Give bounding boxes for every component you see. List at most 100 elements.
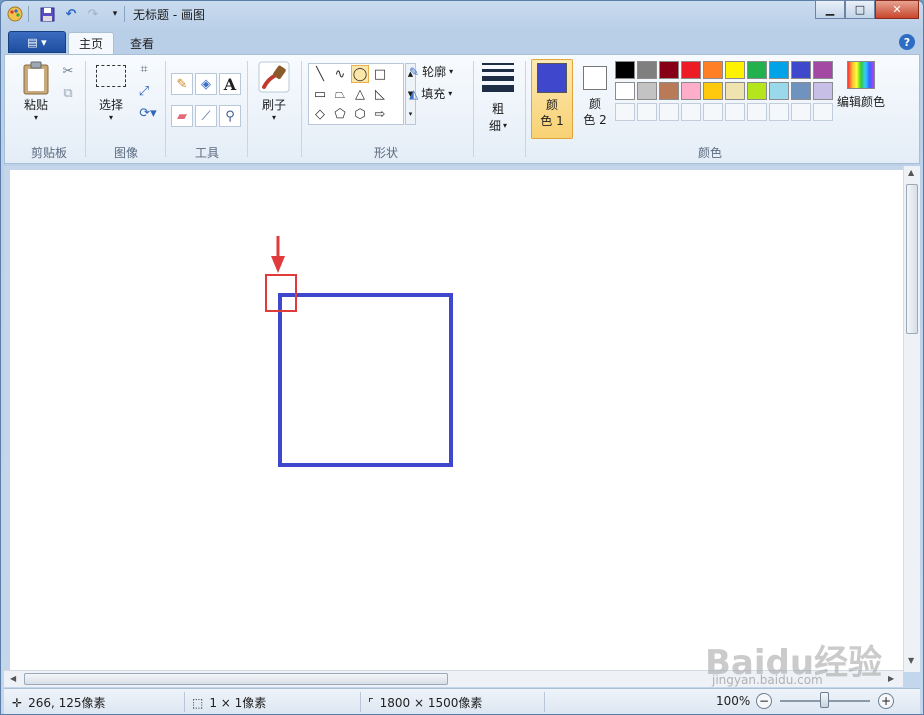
palette-swatch[interactable] xyxy=(637,61,657,79)
drawing-canvas[interactable] xyxy=(10,170,903,670)
palette-swatch[interactable] xyxy=(725,82,745,100)
palette-swatch[interactable] xyxy=(725,61,745,79)
tab-view[interactable]: 查看 xyxy=(120,32,164,54)
close-button[interactable]: ✕ xyxy=(875,0,919,19)
palette-swatch[interactable] xyxy=(615,82,635,100)
zoom-slider-thumb[interactable] xyxy=(820,692,829,708)
palette-swatch[interactable] xyxy=(659,61,679,79)
cut-icon[interactable]: ✂ xyxy=(57,61,79,81)
undo-icon[interactable]: ↶ xyxy=(62,5,80,23)
help-icon[interactable]: ? xyxy=(899,34,915,50)
crop-icon[interactable]: ⌗ xyxy=(133,59,155,79)
shapes-expand-icon[interactable]: ▾ xyxy=(409,110,413,118)
resize-icon[interactable]: ⤢ xyxy=(133,81,155,101)
clipboard-group-label: 剪贴板 xyxy=(30,146,67,160)
minimize-button[interactable]: ▁ xyxy=(815,0,845,19)
brush-icon xyxy=(258,61,290,93)
palette-swatch[interactable] xyxy=(681,82,701,100)
color2-button[interactable]: 颜 色 2 xyxy=(577,59,613,139)
save-icon[interactable] xyxy=(38,5,56,23)
palette-swatch[interactable] xyxy=(747,61,767,79)
tab-home[interactable]: 主页 xyxy=(68,32,115,54)
palette-swatch[interactable] xyxy=(769,61,789,79)
palette-swatch[interactable] xyxy=(791,61,811,79)
vertical-scroll-thumb[interactable] xyxy=(906,184,918,334)
vertical-scrollbar[interactable]: ▲ ▼ xyxy=(903,166,920,672)
palette-swatch[interactable] xyxy=(681,61,701,79)
selection-size: ⬚ 1 × 1像素 xyxy=(192,694,266,711)
scroll-left-icon[interactable]: ◀ xyxy=(10,674,16,683)
selection-size-icon: ⬚ xyxy=(192,695,204,710)
magnifier-icon[interactable]: ⚲ xyxy=(219,105,241,127)
zoom-in-button[interactable]: + xyxy=(878,693,894,709)
custom-color-slot[interactable] xyxy=(791,103,811,121)
palette-swatch[interactable] xyxy=(791,82,811,100)
drawn-rectangle xyxy=(278,293,453,467)
redo-icon[interactable]: ↷ xyxy=(84,5,102,23)
scroll-down-icon[interactable]: ▼ xyxy=(908,656,914,665)
palette-swatch[interactable] xyxy=(813,61,833,79)
rotate-icon[interactable]: ⟳▾ xyxy=(133,103,163,123)
palette-swatch[interactable] xyxy=(703,82,723,100)
copy-icon[interactable]: ⧉ xyxy=(57,83,79,103)
paste-button[interactable]: 粘贴 ▾ xyxy=(15,61,57,122)
diamond-shape-icon[interactable]: ◇ xyxy=(311,105,329,123)
image-size: ⌜ 1800 × 1500像素 xyxy=(368,694,482,711)
palette-swatch[interactable] xyxy=(615,61,635,79)
custom-color-slot[interactable] xyxy=(725,103,745,121)
zoom-out-button[interactable]: − xyxy=(756,693,772,709)
size-button[interactable]: 粗 细 ▾ xyxy=(479,63,517,134)
outline-button[interactable]: ✎ 轮廓 ▾ xyxy=(409,63,453,80)
line-shape-icon[interactable]: ╲ xyxy=(311,65,329,83)
brushes-button[interactable]: 刷子 ▾ xyxy=(255,61,293,122)
fill-bucket-icon[interactable]: ◈ xyxy=(195,73,217,95)
hexagon-shape-icon[interactable]: ⬡ xyxy=(351,105,369,123)
customize-dropdown-icon[interactable]: ▾ xyxy=(106,5,124,23)
palette-swatch[interactable] xyxy=(659,82,679,100)
scroll-right-icon[interactable]: ▶ xyxy=(888,674,894,683)
custom-color-slot[interactable] xyxy=(637,103,657,121)
right-triangle-shape-icon[interactable]: ◺ xyxy=(371,85,389,103)
pentagon-shape-icon[interactable]: ⬠ xyxy=(331,105,349,123)
title-bar: ↶ ↷ ▾ 无标题 - 画图 ▁ □ ✕ xyxy=(0,0,924,28)
rounded-rectangle-shape-icon[interactable]: ▭ xyxy=(311,85,329,103)
custom-color-slot[interactable] xyxy=(659,103,679,121)
size-label-bottom-row: 细 ▾ xyxy=(489,117,507,134)
custom-color-slot[interactable] xyxy=(703,103,723,121)
custom-color-slot[interactable] xyxy=(615,103,635,121)
horizontal-scroll-thumb[interactable] xyxy=(24,673,448,685)
polygon-shape-icon[interactable]: ⏢ xyxy=(331,85,349,103)
paint-menu-button[interactable]: ▤ ▾ xyxy=(8,31,66,53)
oval-shape-icon[interactable]: ◯ xyxy=(351,65,369,83)
eraser-icon[interactable]: ▰ xyxy=(171,105,193,127)
cursor-position-text: 266, 125像素 xyxy=(28,696,106,710)
palette-swatch[interactable] xyxy=(769,82,789,100)
scroll-up-icon[interactable]: ▲ xyxy=(908,168,914,177)
palette-swatch[interactable] xyxy=(813,82,833,100)
custom-color-slot[interactable] xyxy=(769,103,789,121)
palette-swatch[interactable] xyxy=(747,82,767,100)
custom-color-slot[interactable] xyxy=(747,103,767,121)
color-picker-icon[interactable]: ⟋ xyxy=(195,105,217,127)
group-separator xyxy=(165,61,166,157)
color1-button[interactable]: 颜 色 1 xyxy=(531,59,573,139)
maximize-button[interactable]: □ xyxy=(845,0,875,19)
rainbow-icon xyxy=(847,61,875,89)
color2-swatch xyxy=(583,66,607,90)
curve-shape-icon[interactable]: ∿ xyxy=(331,65,349,83)
palette-swatch[interactable] xyxy=(637,82,657,100)
edit-colors-button[interactable]: 编辑颜色 xyxy=(835,61,887,110)
triangle-shape-icon[interactable]: △ xyxy=(351,85,369,103)
paint-app-icon[interactable] xyxy=(6,5,24,23)
size-label-bottom: 细 xyxy=(488,119,501,133)
custom-color-slot[interactable] xyxy=(681,103,701,121)
select-button[interactable]: 选择 ▾ xyxy=(93,65,129,122)
fill-button[interactable]: ◭ 填充 ▾ xyxy=(409,85,452,102)
brushes-label: 刷子 xyxy=(261,98,286,112)
text-tool-icon[interactable]: A xyxy=(219,73,241,95)
rectangle-shape-icon[interactable]: □ xyxy=(371,65,389,83)
custom-color-slot[interactable] xyxy=(813,103,833,121)
palette-swatch[interactable] xyxy=(703,61,723,79)
arrow-shape-icon[interactable]: ⇨ xyxy=(371,105,389,123)
pencil-icon[interactable]: ✎ xyxy=(171,73,193,95)
